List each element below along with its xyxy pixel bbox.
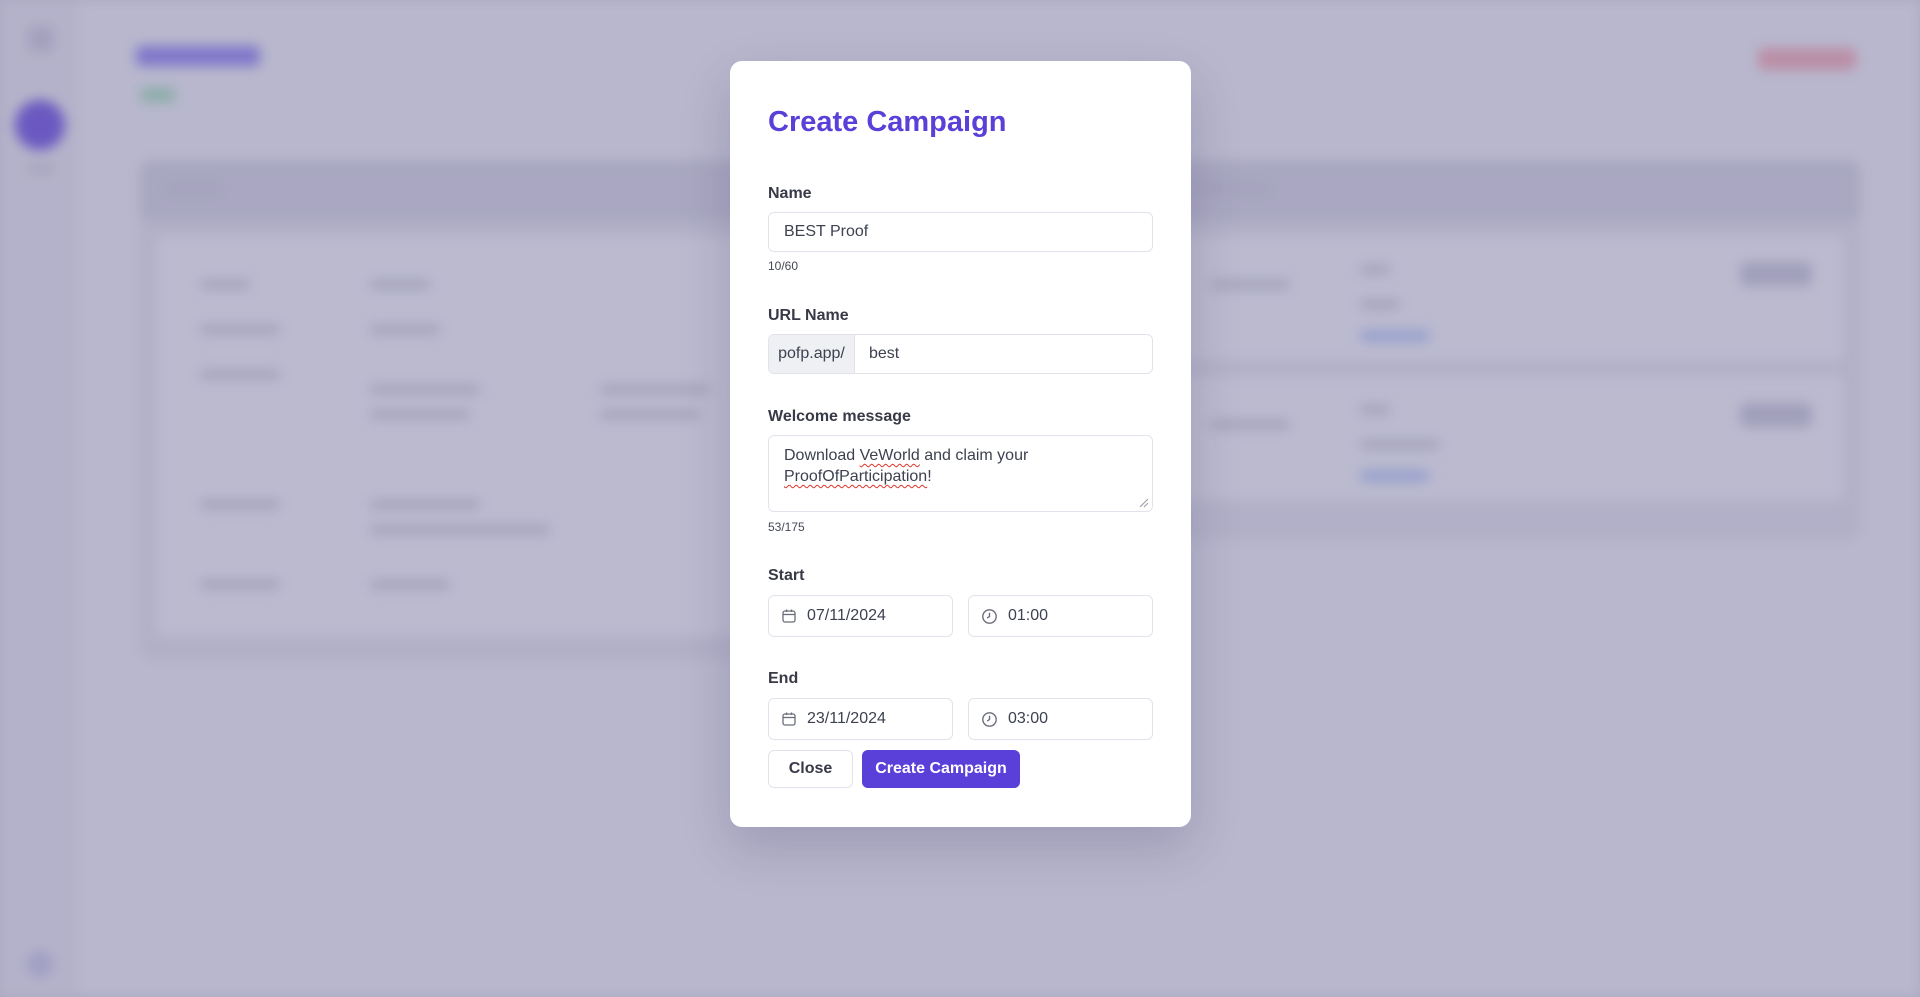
start-label: Start — [768, 567, 805, 584]
end-time-input[interactable]: 03:00 — [968, 698, 1153, 740]
welcome-line-1: Download VeWorld and claim your — [784, 445, 1137, 466]
spellcheck-word: VeWorld — [859, 447, 920, 464]
name-input[interactable]: BEST Proof — [768, 212, 1153, 252]
welcome-text-part: ! — [927, 468, 932, 485]
create-campaign-button[interactable]: Create Campaign — [862, 750, 1020, 788]
end-label: End — [768, 670, 799, 687]
name-counter: 10/60 — [768, 259, 799, 273]
resize-handle-icon[interactable] — [1139, 498, 1149, 508]
name-label: Name — [768, 185, 812, 202]
url-name-label: URL Name — [768, 307, 849, 324]
welcome-text-part: and claim your — [919, 447, 1029, 464]
create-campaign-modal: Create Campaign Name BEST Proof 10/60 UR… — [730, 61, 1191, 827]
url-name-group: pofp.app/ best — [768, 334, 1153, 374]
start-date-value: 07/11/2024 — [807, 607, 886, 624]
close-button[interactable]: Close — [768, 750, 853, 788]
welcome-line-2: ProofOfParticipation! — [784, 466, 1137, 487]
start-date-input[interactable]: 07/11/2024 — [768, 595, 953, 637]
clock-icon — [982, 711, 997, 727]
modal-title: Create Campaign — [768, 106, 1007, 138]
start-time-value: 01:00 — [1008, 607, 1049, 624]
end-date-input[interactable]: 23/11/2024 — [768, 698, 953, 740]
spellcheck-word: ProofOfParticipation — [784, 468, 928, 485]
calendar-icon — [782, 609, 796, 623]
url-prefix: pofp.app/ — [769, 335, 855, 373]
url-name-value: best — [869, 345, 900, 362]
url-name-input[interactable]: best — [855, 335, 1152, 373]
end-time-value: 03:00 — [1008, 710, 1049, 727]
end-date-value: 23/11/2024 — [807, 710, 886, 727]
clock-icon — [982, 608, 997, 624]
welcome-message-label: Welcome message — [768, 408, 911, 425]
start-time-input[interactable]: 01:00 — [968, 595, 1153, 637]
welcome-text-part: Download — [784, 447, 860, 464]
welcome-message-textarea[interactable]: Download VeWorld and claim your ProofOfP… — [768, 435, 1153, 512]
name-input-value: BEST Proof — [784, 223, 869, 240]
welcome-message-counter: 53/175 — [768, 520, 805, 534]
calendar-icon — [782, 712, 796, 726]
